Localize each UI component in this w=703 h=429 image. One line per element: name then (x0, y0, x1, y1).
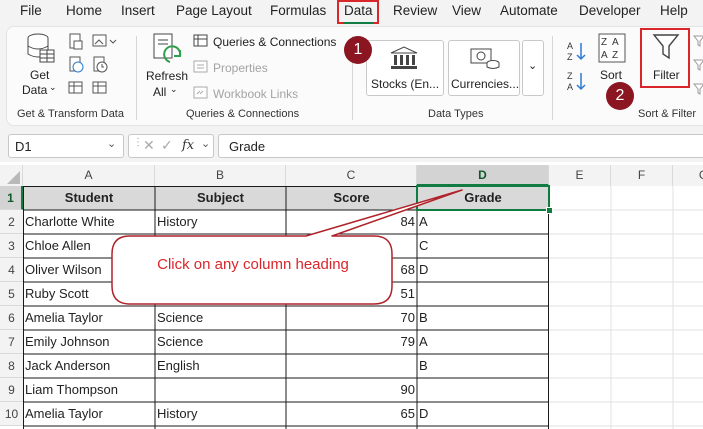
callout-text: Click on any column heading (157, 256, 349, 273)
callout-bubble (111, 189, 463, 305)
